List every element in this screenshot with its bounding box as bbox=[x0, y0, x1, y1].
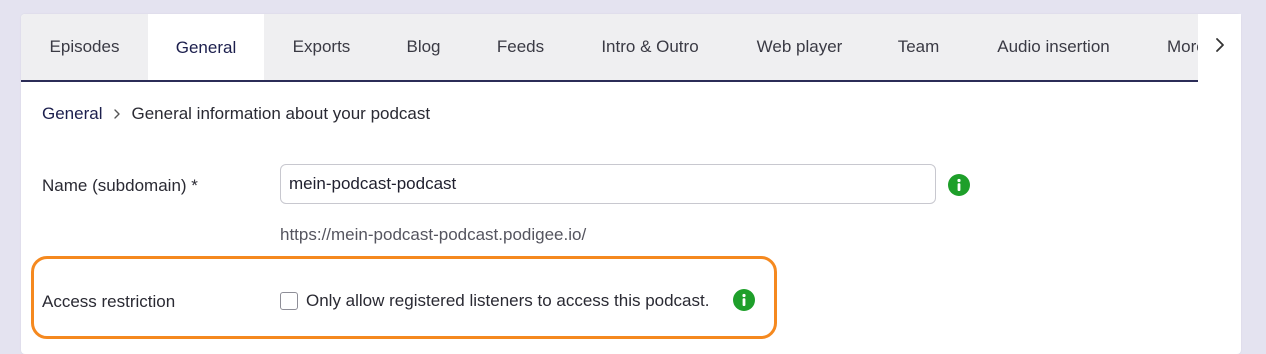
tab-general[interactable]: General bbox=[148, 14, 264, 80]
chevron-right-icon bbox=[113, 108, 121, 120]
breadcrumb-current: General information about your podcast bbox=[131, 104, 431, 123]
tab-web-player[interactable]: Web player bbox=[727, 14, 872, 80]
breadcrumb: General General information about your p… bbox=[42, 104, 430, 124]
chevron-right-icon bbox=[1215, 37, 1225, 58]
name-field-label: Name (subdomain) * bbox=[42, 176, 198, 195]
tab-scroll-right-button[interactable] bbox=[1198, 14, 1241, 80]
tab-more[interactable]: More bbox=[1167, 14, 1198, 80]
tab-episodes[interactable]: Episodes bbox=[21, 14, 148, 80]
tab-exports[interactable]: Exports bbox=[264, 14, 379, 80]
breadcrumb-general-link[interactable]: General bbox=[42, 104, 102, 124]
tab-blog[interactable]: Blog bbox=[379, 14, 468, 80]
info-icon[interactable] bbox=[948, 174, 970, 196]
highlight-annotation bbox=[31, 256, 777, 339]
name-subdomain-input[interactable] bbox=[280, 164, 936, 204]
tab-feeds[interactable]: Feeds bbox=[468, 14, 573, 80]
podcast-url-hint: https://mein-podcast-podcast.podigee.io/ bbox=[280, 225, 587, 244]
tab-bar: Episodes General Exports Blog Feeds Intr… bbox=[21, 14, 1198, 82]
tab-intro-outro[interactable]: Intro & Outro bbox=[573, 14, 727, 80]
tab-audio-insertion[interactable]: Audio insertion bbox=[965, 14, 1142, 80]
tab-team[interactable]: Team bbox=[872, 14, 965, 80]
